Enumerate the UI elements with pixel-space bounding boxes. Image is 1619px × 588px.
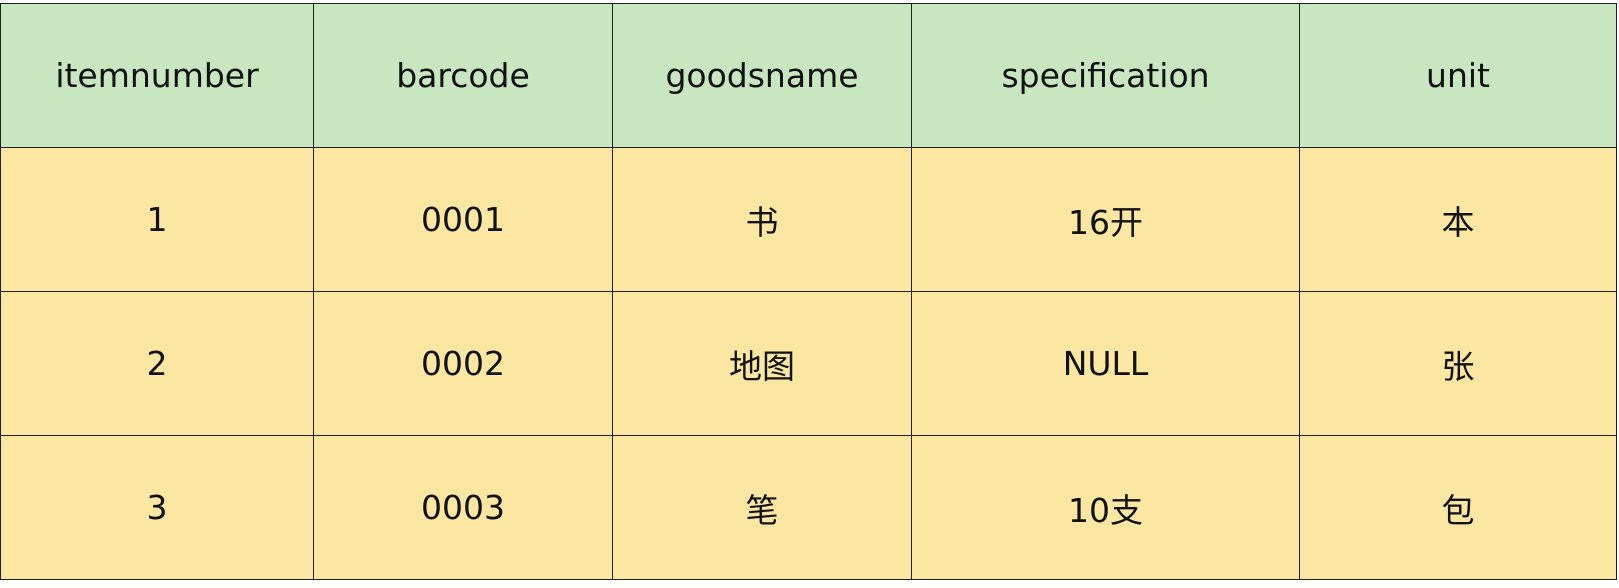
cell-goodsname: 书 (612, 147, 912, 292)
cell-itemnumber: 1 (0, 147, 314, 292)
goods-table: itemnumber barcode goodsname specificati… (0, 3, 1617, 580)
cell-barcode: 0003 (313, 435, 613, 580)
cell-itemnumber: 3 (0, 435, 314, 580)
cell-goodsname: 笔 (612, 435, 912, 580)
cell-specification: NULL (911, 291, 1300, 436)
cell-specification: 10支 (911, 435, 1300, 580)
cell-barcode: 0001 (313, 147, 613, 292)
table-row: 2 0002 地图 NULL 张 (0, 291, 1617, 436)
cell-goodsname: 地图 (612, 291, 912, 436)
cell-unit: 包 (1299, 435, 1617, 580)
column-header-barcode: barcode (313, 3, 613, 148)
column-header-itemnumber: itemnumber (0, 3, 314, 148)
table-row: 1 0001 书 16开 本 (0, 147, 1617, 292)
cell-itemnumber: 2 (0, 291, 314, 436)
cell-unit: 张 (1299, 291, 1617, 436)
cell-barcode: 0002 (313, 291, 613, 436)
cell-specification: 16开 (911, 147, 1300, 292)
cell-unit: 本 (1299, 147, 1617, 292)
table-header-row: itemnumber barcode goodsname specificati… (0, 3, 1617, 148)
column-header-goodsname: goodsname (612, 3, 912, 148)
column-header-specification: specification (911, 3, 1300, 148)
table-row: 3 0003 笔 10支 包 (0, 435, 1617, 580)
column-header-unit: unit (1299, 3, 1617, 148)
